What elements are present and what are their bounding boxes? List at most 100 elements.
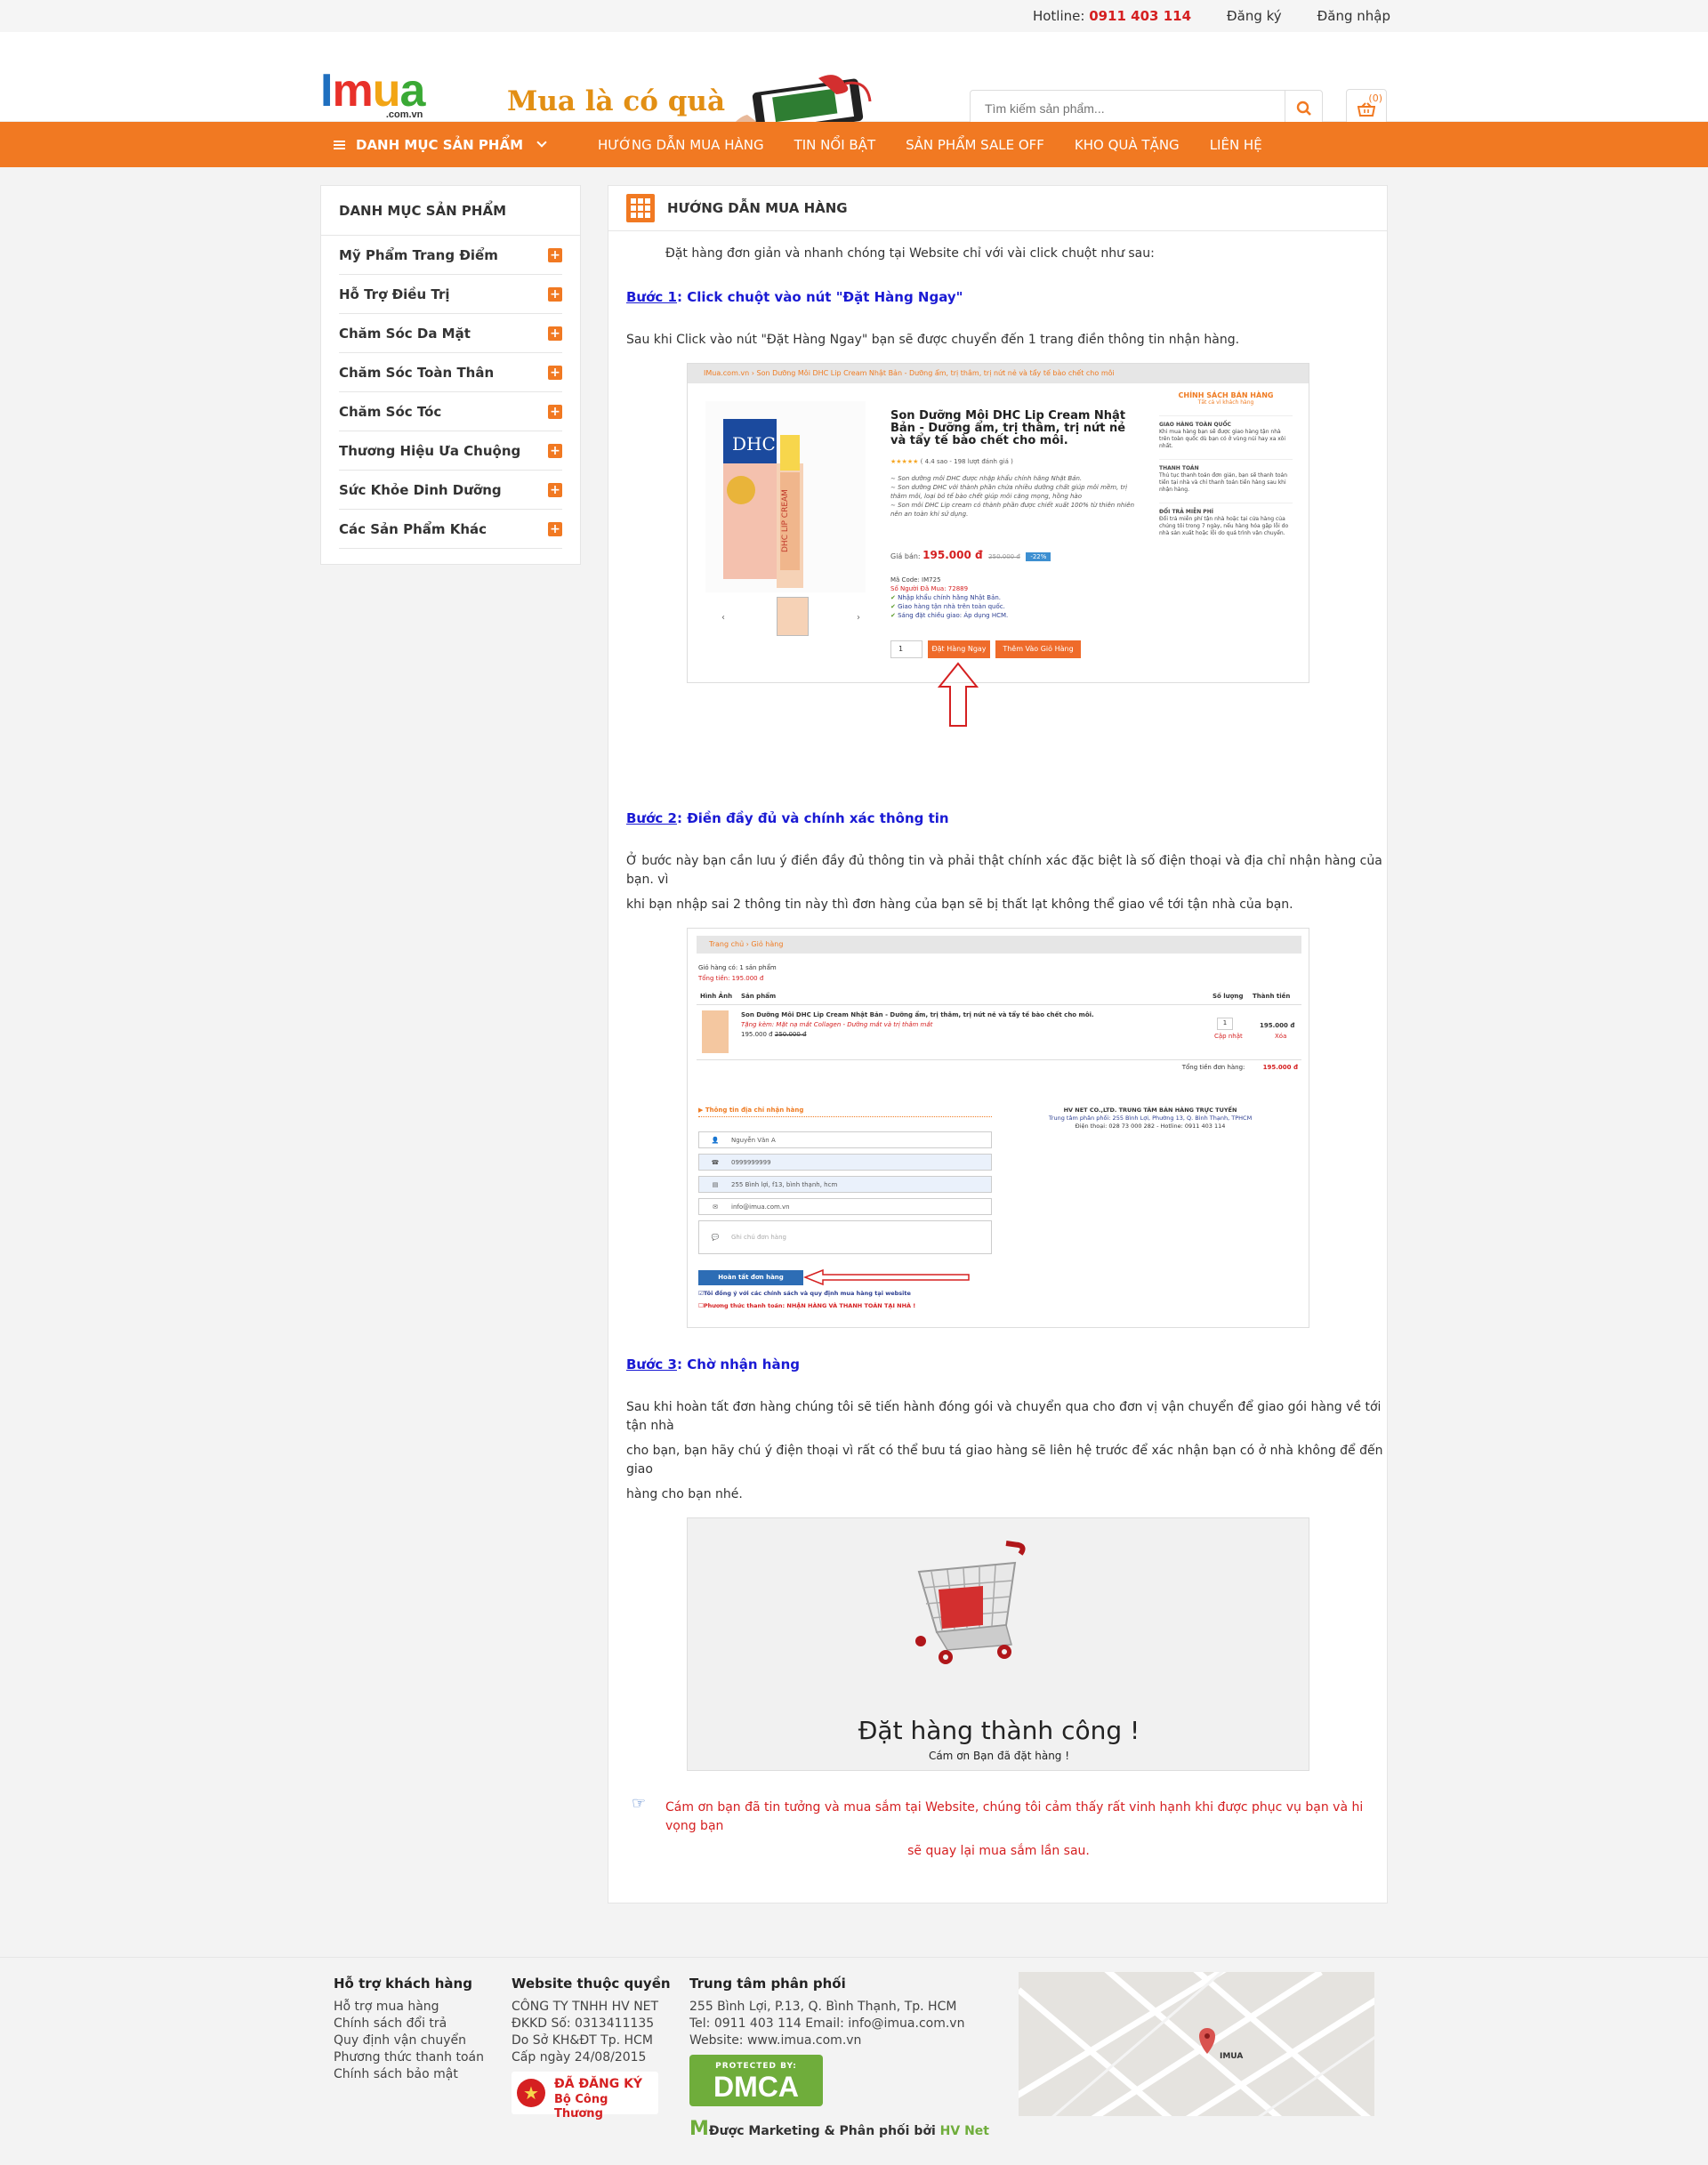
thumb-next-arrow[interactable]: › bbox=[857, 613, 860, 623]
header: Imua .com.vn Mua là có quà (0) bbox=[0, 32, 1708, 154]
intro-text: Đặt hàng đơn giản và nhanh chóng tại Web… bbox=[665, 246, 1155, 261]
note-field[interactable]: 💬 Ghi chú đơn hàng bbox=[698, 1220, 992, 1254]
svg-text:DHC LIP CREAM: DHC LIP CREAM bbox=[781, 489, 790, 552]
shot1-breadcrumb: IMua.com.vn › Son Dưỡng Môi DHC Lip Crea… bbox=[688, 364, 1309, 383]
nav-news[interactable]: TIN NỔI BẬT bbox=[794, 137, 876, 153]
expand-plus-icon[interactable]: + bbox=[548, 482, 562, 497]
search-input[interactable] bbox=[971, 91, 1264, 126]
footer-company: Website thuộc quyền CÔNG TY TNHH HV NET … bbox=[512, 1976, 671, 2121]
product-page-screenshot: IMua.com.vn › Son Dưỡng Môi DHC Lip Crea… bbox=[687, 363, 1309, 683]
product-thumbnail[interactable] bbox=[777, 597, 809, 636]
store-map[interactable]: IMUA bbox=[1019, 1972, 1374, 2116]
sidebar-item[interactable]: Thương Hiệu Ưa Chuộng + bbox=[339, 431, 562, 471]
hvnet-logo-icon: M bbox=[689, 2118, 709, 2140]
thumb-prev-arrow[interactable]: ‹ bbox=[721, 613, 725, 623]
address-field[interactable]: ▤ 255 Bình lợi, f13, bình thạnh, hcm bbox=[698, 1176, 992, 1193]
complete-order-button[interactable]: Hoàn tất đơn hàng bbox=[698, 1270, 803, 1285]
user-icon: 👤 bbox=[711, 1136, 720, 1144]
expand-plus-icon[interactable]: + bbox=[548, 247, 562, 262]
sidebar-item[interactable]: Chăm Sóc Da Mặt + bbox=[339, 314, 562, 353]
step1-desc: Sau khi Click vào nút "Đặt Hàng Ngay" bạ… bbox=[626, 333, 1240, 347]
update-link[interactable]: Cập nhật bbox=[1214, 1032, 1243, 1042]
arrow-up-icon bbox=[937, 662, 979, 727]
page-title: HƯỚNG DẪN MUA HÀNG bbox=[667, 200, 848, 216]
step3-heading: Bước 3: Chờ nhận hàng bbox=[626, 1356, 801, 1372]
expand-plus-icon[interactable]: + bbox=[548, 286, 562, 302]
buy-now-button[interactable]: Đặt Hàng Ngay bbox=[928, 640, 990, 658]
checkout-screenshot: Trang chủ › Giỏ hàng Giỏ hàng có: 1 sản … bbox=[687, 928, 1309, 1328]
thanks-text-1: Cám ơn bạn đã tin tưởng và mua sắm tại W… bbox=[665, 1800, 1364, 1833]
nav-guide[interactable]: HƯỚNG DẪN MUA HÀNG bbox=[598, 137, 764, 153]
footer-distribution: Trung tâm phân phối 255 Bình Lợi, P.13, … bbox=[689, 1976, 989, 2140]
cart-product-thumb bbox=[702, 1010, 729, 1053]
thanks-text-2: sẽ quay lại mua sắm lần sau. bbox=[907, 1844, 1090, 1858]
sidebar-item[interactable]: Hỗ Trợ Điều Trị + bbox=[339, 275, 562, 314]
footer-support: Hỗ trợ khách hàng Hỗ trợ mua hàng Chính … bbox=[334, 1976, 484, 2083]
shot2-breadcrumb: Trang chủ › Giỏ hàng bbox=[697, 936, 1301, 954]
category-menu-toggle[interactable]: DANH MỤC SẢN PHẨM bbox=[320, 122, 565, 167]
login-link[interactable]: Đăng nhập bbox=[1317, 8, 1390, 24]
expand-plus-icon[interactable]: + bbox=[548, 521, 562, 536]
search-icon bbox=[1296, 101, 1311, 116]
success-subtitle: Cám ơn Bạn đã đặt hàng ! bbox=[928, 1750, 1070, 1762]
step3-desc-3: hàng cho bạn nhé. bbox=[626, 1487, 743, 1501]
banner-text: Mua là có quà bbox=[507, 85, 726, 117]
order-success-screenshot: Đặt hàng thành công ! Cám ơn Bạn đã đặt … bbox=[687, 1517, 1309, 1771]
step2-desc-2: khi bạn nhập sai 2 thông tin này thì đơn… bbox=[626, 897, 1293, 912]
chevron-down-icon bbox=[536, 137, 547, 148]
step1-heading: Bước 1: Click chuột vào nút "Đặt Hàng Ng… bbox=[626, 289, 963, 305]
check-icon: ✔ bbox=[890, 603, 896, 610]
nav-gifts[interactable]: KHO QUÀ TẶNG bbox=[1075, 137, 1180, 153]
remove-link[interactable]: Xóa bbox=[1275, 1032, 1286, 1042]
shot1-product-title: Son Dưỡng Môi DHC Lip Cream Nhật Bản - D… bbox=[890, 409, 1126, 447]
svg-text:DHC: DHC bbox=[732, 433, 776, 455]
step3-desc-2: cho bạn, bạn hãy chú ý điện thoại vì rất… bbox=[626, 1444, 1383, 1477]
arrow-left-icon bbox=[803, 1268, 970, 1286]
sidebar-item[interactable]: Các Sản Phẩm Khác + bbox=[339, 510, 562, 549]
add-to-cart-button[interactable]: Thêm Vào Giỏ Hàng bbox=[995, 640, 1081, 658]
search-button[interactable] bbox=[1285, 91, 1322, 126]
comment-icon: 💬 bbox=[711, 1234, 720, 1241]
check-icon: ✔ bbox=[890, 612, 896, 619]
basket-icon bbox=[1358, 102, 1375, 117]
address-icon: ▤ bbox=[712, 1180, 719, 1188]
footer-link[interactable]: Hỗ trợ mua hàng bbox=[334, 1999, 484, 2016]
name-field[interactable]: 👤 Nguyễn Văn A bbox=[698, 1131, 992, 1148]
cart-qty-input[interactable]: 1 bbox=[1217, 1018, 1233, 1030]
phone-icon: ☎ bbox=[711, 1158, 720, 1166]
expand-plus-icon[interactable]: + bbox=[548, 443, 562, 458]
cart-count: (0) bbox=[1368, 93, 1382, 104]
hotline-number[interactable]: 0911 403 114 bbox=[1089, 8, 1191, 24]
nav-contact[interactable]: LIÊN HỆ bbox=[1210, 137, 1262, 153]
phone-field[interactable]: ☎ 0999999999 bbox=[698, 1154, 992, 1171]
product-image: DHC DHC LIP CREAM bbox=[705, 401, 866, 592]
register-link[interactable]: Đăng ký bbox=[1227, 8, 1282, 24]
logo[interactable]: Imua .com.vn bbox=[320, 68, 425, 120]
guide-article: HƯỚNG DẪN MUA HÀNG Đặt hàng đơn giản và … bbox=[608, 185, 1388, 1903]
expand-plus-icon[interactable]: + bbox=[548, 404, 562, 419]
sidebar-item[interactable]: Chăm Sóc Toàn Thân + bbox=[339, 353, 562, 392]
footer-link[interactable]: Quy định vận chuyển bbox=[334, 2032, 484, 2049]
dmca-badge[interactable]: PROTECTED BY: DMCA bbox=[689, 2055, 823, 2106]
hamburger-icon bbox=[334, 139, 345, 151]
map-label: IMUA bbox=[1220, 2052, 1243, 2061]
footer-link[interactable]: Phương thức thanh toán bbox=[334, 2049, 484, 2066]
footer-link[interactable]: Chính sách đổi trả bbox=[334, 2016, 484, 2032]
sidebar-item[interactable]: Mỹ Phẩm Trang Điểm + bbox=[339, 236, 562, 275]
expand-plus-icon[interactable]: + bbox=[548, 365, 562, 380]
discount-badge: -22% bbox=[1026, 552, 1051, 561]
email-field[interactable]: ✉ info@imua.com.vn bbox=[698, 1198, 992, 1215]
nav-sale[interactable]: SẢN PHẨM SALE OFF bbox=[906, 137, 1044, 153]
step2-heading: Bước 2: Điền đầy đủ và chính xác thông t… bbox=[626, 810, 949, 826]
sidebar-item[interactable]: Chăm Sóc Tóc + bbox=[339, 392, 562, 431]
hand-point-icon: ☞ bbox=[632, 1794, 647, 1813]
footer-link[interactable]: Chính sách bảo mật bbox=[334, 2066, 484, 2083]
expand-plus-icon[interactable]: + bbox=[548, 326, 562, 341]
shot1-qty-input[interactable]: 1 bbox=[890, 640, 922, 658]
hotline: Hotline: 0911 403 114 bbox=[1032, 8, 1192, 24]
mail-icon: ✉ bbox=[713, 1203, 718, 1211]
sidebar-item[interactable]: Sức Khỏe Dinh Dưỡng + bbox=[339, 471, 562, 510]
registered-badge[interactable]: ★ ĐÃ ĐĂNG KÝ Bộ Công Thương bbox=[512, 2072, 658, 2121]
success-title: Đặt hàng thành công ! bbox=[858, 1716, 1140, 1745]
marketing-line: MĐược Marketing & Phân phối bởi HV Net bbox=[689, 2118, 989, 2140]
